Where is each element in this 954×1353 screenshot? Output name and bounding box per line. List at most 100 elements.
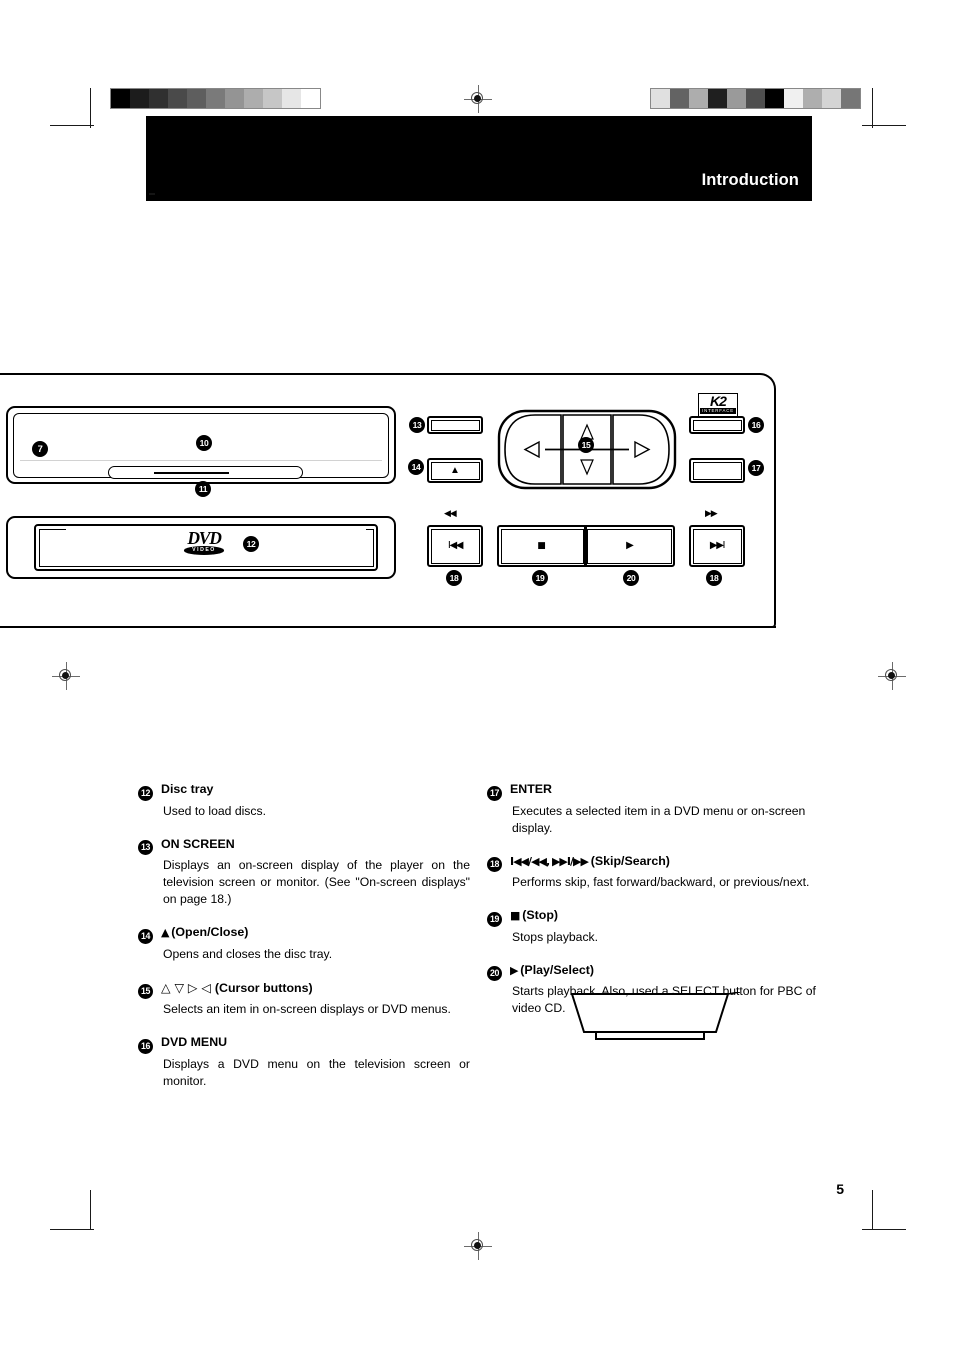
display-divider-line xyxy=(20,460,382,461)
legend-entry-17-heading: 17 ENTER xyxy=(487,782,819,801)
gray-left-swatch-9 xyxy=(282,89,301,108)
legend-entry-13: 13 ON SCREEN Displays an on-screen display… xyxy=(138,837,470,909)
callout-16: 16 xyxy=(748,417,764,433)
dvd-menu-button[interactable] xyxy=(689,416,745,434)
grayscale-calibration-bar-left xyxy=(110,88,321,109)
legend-body-19: Stops playback. xyxy=(512,929,599,944)
crop-mark-top-left-vertical xyxy=(90,88,91,128)
legend-title-17: ENTER xyxy=(510,782,552,796)
enter-button[interactable] xyxy=(689,458,745,483)
open-close-button[interactable]: ▲ xyxy=(427,458,483,483)
chassis-baseline xyxy=(0,626,776,629)
page-number: 5 xyxy=(836,1181,844,1197)
legend-entry-18: 18 I◀◀/◀◀, ▶▶I/▶▶ (Skip/Search) Performs s… xyxy=(487,854,819,892)
gray-right-swatch-1 xyxy=(670,89,689,108)
legend-title-13: ON SCREEN xyxy=(161,836,235,851)
legend-entry-20: 20 ▶ (Play/Select) Starts playback. Also, … xyxy=(487,963,819,1018)
front-panel-illustration: DVD VIDEO ▲ K2 INTERFACE ◀◀ I◀◀ ■ ▶ ▶▶ ▶… xyxy=(0,370,790,1040)
legend-body-17: Executes a selected item in a DVD menu o… xyxy=(512,803,806,835)
legend-body-14: Opens and closes the disc tray. xyxy=(163,946,333,961)
display-indicator-line xyxy=(154,472,229,474)
legend-title-15: (Cursor buttons) xyxy=(214,980,313,995)
manual-page: Introduction DVD VIDEO ▲ K2 INTERFACE ◀◀… xyxy=(0,0,954,1353)
legend-title-14: (Open/Close) xyxy=(171,925,249,939)
registration-mark-right xyxy=(878,662,906,690)
gray-right-swatch-6 xyxy=(765,89,784,108)
legend-glyph-15-icon: △ ▽ ▷ ◁ xyxy=(161,979,215,995)
legend-bullet-15: 15 xyxy=(138,984,153,999)
gray-left-swatch-2 xyxy=(149,89,168,108)
gray-right-swatch-4 xyxy=(727,89,746,108)
legend-bullet-13: 13 xyxy=(138,840,153,855)
legend-glyph-19-icon: ■ xyxy=(510,909,523,922)
callout-19: 19 xyxy=(532,570,548,586)
legend-bullet-18: 18 xyxy=(487,857,502,872)
legend-bullet-17: 17 xyxy=(487,785,502,801)
gray-left-swatch-5 xyxy=(206,89,225,108)
crop-mark-bottom-right-horizontal xyxy=(862,1229,906,1230)
registration-mark-bottom xyxy=(464,1232,492,1260)
gray-right-swatch-7 xyxy=(784,89,803,108)
callout-10: 10 xyxy=(196,435,212,451)
legend-entry-15-heading: 15 △ ▽ ▷ ◁ (Cursor buttons) xyxy=(138,979,470,999)
legend-entry-14: 14 ▲ (Open/Close) Opens and closes the dis… xyxy=(138,925,470,963)
k2-interface-logo: K2 INTERFACE xyxy=(698,393,738,417)
legend-glyph-20-icon: ▶ xyxy=(510,963,521,977)
on-screen-button[interactable] xyxy=(427,416,483,434)
legend-body-16: Displays a DVD menu on the television sc… xyxy=(163,1056,470,1088)
legend-body-13: Displays an on-screen display of the pla… xyxy=(163,858,470,906)
legend-entry-13-heading: 13 ON SCREEN xyxy=(138,836,470,855)
legend-glyph-18-icon: I◀◀/◀◀, ▶▶I/▶▶ xyxy=(510,854,591,868)
legend-body-20: Starts playback. Also, used a SELECT but… xyxy=(512,984,816,1015)
crop-mark-bottom-left-horizontal xyxy=(50,1229,94,1230)
gray-right-swatch-8 xyxy=(803,89,822,108)
legend-entry-18-heading: 18 I◀◀/◀◀, ▶▶I/▶▶ (Skip/Search) xyxy=(487,854,819,872)
gray-left-swatch-1 xyxy=(130,89,149,108)
stop-button[interactable]: ■ xyxy=(497,525,586,567)
callout-7: 7 xyxy=(32,441,48,457)
legend-bullet-20: 20 xyxy=(487,966,502,981)
rewind-icon: ◀◀ xyxy=(444,509,457,519)
skip-forward-button[interactable]: ▶▶I xyxy=(689,525,745,567)
play-icon: ▶ xyxy=(626,540,634,551)
callout-20: 20 xyxy=(623,570,639,586)
skip-forward-icon: ▶▶I xyxy=(709,540,726,551)
gray-left-swatch-4 xyxy=(187,89,206,108)
fast-forward-icon: ▶▶ xyxy=(705,509,718,519)
grayscale-calibration-bar-right xyxy=(650,88,861,109)
legend-entry-16-heading: 16 DVD MENU xyxy=(138,1035,470,1054)
registration-mark-top xyxy=(464,85,492,113)
gray-right-swatch-3 xyxy=(708,89,727,108)
legend-body-12: Used to load discs. xyxy=(163,803,266,818)
crop-mark-top-right-horizontal xyxy=(862,125,906,126)
gray-left-swatch-3 xyxy=(168,89,187,108)
legend-title-19: (Stop) xyxy=(522,908,559,922)
legend-entry-12: 12 Disc tray Used to load discs. xyxy=(138,782,470,820)
legend-entry-17: 17 ENTER Executes a selected item in a DVD… xyxy=(487,782,819,837)
legend-entry-14-heading: 14 ▲ (Open/Close) xyxy=(138,925,470,944)
callout-18: 18 xyxy=(706,570,722,586)
callout-17: 17 xyxy=(748,460,764,476)
gray-right-swatch-2 xyxy=(689,89,708,108)
banner-nub xyxy=(149,193,155,195)
gray-left-swatch-10 xyxy=(301,89,320,108)
play-button[interactable]: ▶ xyxy=(586,525,675,567)
legend-bullet-19: 19 xyxy=(487,911,502,927)
eject-icon: ▲ xyxy=(450,464,460,476)
callout-14: 14 xyxy=(408,459,424,475)
section-title: Introduction xyxy=(701,170,799,189)
legend-entry-20-heading: 20 ▶ (Play/Select) xyxy=(487,962,819,981)
gray-left-swatch-0 xyxy=(111,89,130,108)
display-indicator-strip xyxy=(108,466,303,479)
gray-left-swatch-8 xyxy=(263,89,282,108)
callout-15: 15 xyxy=(578,437,594,453)
legend-title-20: (Play/Select) xyxy=(520,962,594,977)
dvd-logo-word: DVD xyxy=(187,528,222,548)
legend-glyph-14-icon: ▲ xyxy=(161,926,172,939)
skip-back-button[interactable]: I◀◀ xyxy=(427,525,483,567)
callout-13: 13 xyxy=(409,417,425,433)
dvd-video-logo: DVD VIDEO xyxy=(176,528,232,555)
crop-mark-bottom-right-vertical xyxy=(872,1190,873,1230)
section-banner: Introduction xyxy=(146,116,812,201)
legend-body-15: Selects an item in on-screen displays or… xyxy=(163,1002,451,1016)
